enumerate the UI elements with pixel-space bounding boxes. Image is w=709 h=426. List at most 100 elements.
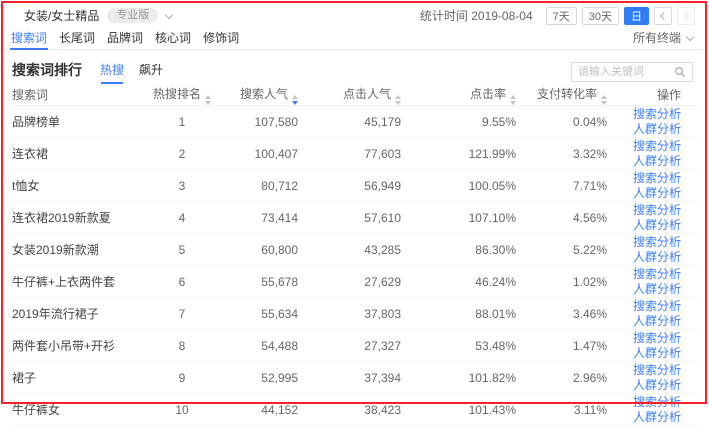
crowd-analysis-link[interactable]: 人群分析 (633, 186, 681, 200)
table-row: t恤女380,71256,949100.05%7.71%搜索分析人群分析 (12, 170, 697, 202)
search-icon[interactable] (674, 66, 686, 78)
click-rate-cell: 53.48% (401, 339, 516, 353)
keyword-cell: t恤女 (12, 177, 152, 194)
tab-search-words[interactable]: 搜索词 (10, 26, 48, 49)
keyword-cell: 牛仔裤女 (12, 401, 152, 418)
table-row: 连衣裙2019新款夏473,41457,610107.10%4.56%搜索分析人… (12, 202, 697, 234)
keyword-cell: 裙子 (12, 369, 152, 386)
click-popularity-cell: 56,949 (298, 179, 401, 193)
column-header[interactable]: 支付转化率 (516, 85, 607, 105)
pay-conversion-cell: 7.71% (516, 179, 607, 193)
click-popularity-cell: 57,610 (298, 211, 401, 225)
crowd-analysis-link[interactable]: 人群分析 (633, 250, 681, 264)
rank-cell: 1 (152, 115, 212, 129)
pay-conversion-cell: 4.56% (516, 211, 607, 225)
stat-time: 统计时间 2019-08-04 (420, 7, 533, 24)
subtab-hot-search[interactable]: 热搜 (100, 63, 124, 84)
tab-brand-words[interactable]: 品牌词 (106, 26, 144, 49)
rank-cell: 9 (152, 371, 212, 385)
table-row: 连衣裙2100,40777,603121.99%3.32%搜索分析人群分析 (12, 138, 697, 170)
rank-cell: 2 (152, 147, 212, 161)
range-7d-button[interactable]: 7天 (546, 7, 577, 25)
search-analysis-link[interactable]: 搜索分析 (633, 267, 681, 281)
search-analysis-link[interactable]: 搜索分析 (633, 171, 681, 185)
table-row: 2019年流行裙子755,63437,80388.01%3.46%搜索分析人群分… (12, 298, 697, 330)
search-popularity-cell: 52,995 (212, 371, 298, 385)
keyword-cell: 女装2019新款潮 (12, 241, 152, 258)
column-header: 搜索词 (12, 86, 152, 103)
nav-tabs: 搜索词 长尾词 品牌词 核心词 修饰词 所有终端 (0, 26, 709, 50)
stat-date: 2019-08-04 (471, 9, 532, 23)
click-rate-cell: 88.01% (401, 307, 516, 321)
click-popularity-cell: 45,179 (298, 115, 401, 129)
search-analysis-link[interactable]: 搜索分析 (633, 363, 681, 377)
search-popularity-cell: 80,712 (212, 179, 298, 193)
click-rate-cell: 46.24% (401, 275, 516, 289)
search-popularity-cell: 54,488 (212, 339, 298, 353)
crowd-analysis-link[interactable]: 人群分析 (633, 410, 681, 424)
tab-long-tail-words[interactable]: 长尾词 (58, 26, 96, 49)
search-popularity-cell: 55,678 (212, 275, 298, 289)
action-cell: 搜索分析人群分析 (607, 331, 697, 360)
page-title: 搜索词排行 (12, 62, 82, 78)
table-header-row: 搜索词热搜排名搜索人气点击人气点击率支付转化率操作 (12, 84, 697, 106)
pay-conversion-cell: 3.46% (516, 307, 607, 321)
tab-core-words[interactable]: 核心词 (154, 26, 192, 49)
range-day-button[interactable]: 日 (624, 7, 649, 25)
crowd-analysis-link[interactable]: 人群分析 (633, 378, 681, 392)
search-analysis-link[interactable]: 搜索分析 (633, 331, 681, 345)
action-cell: 搜索分析人群分析 (607, 267, 697, 296)
click-popularity-cell: 37,394 (298, 371, 401, 385)
column-header: 操作 (607, 86, 697, 103)
search-analysis-link[interactable]: 搜索分析 (633, 107, 681, 121)
column-header[interactable]: 点击率 (401, 85, 516, 105)
crowd-analysis-link[interactable]: 人群分析 (633, 154, 681, 168)
subtab-rising[interactable]: 飙升 (139, 63, 163, 84)
sort-icon[interactable] (205, 95, 211, 105)
click-rate-cell: 107.10% (401, 211, 516, 225)
column-header[interactable]: 搜索人气 (212, 85, 298, 105)
crowd-analysis-link[interactable]: 人群分析 (633, 122, 681, 136)
search-analysis-link[interactable]: 搜索分析 (633, 203, 681, 217)
range-30d-button[interactable]: 30天 (582, 7, 619, 25)
pro-version-badge: 专业版 (107, 8, 158, 23)
pay-conversion-cell: 2.96% (516, 371, 607, 385)
keyword-cell: 连衣裙2019新款夏 (12, 209, 152, 226)
keyword-search-box[interactable] (571, 62, 693, 82)
click-rate-cell: 9.55% (401, 115, 516, 129)
click-popularity-cell: 27,327 (298, 339, 401, 353)
crowd-analysis-link[interactable]: 人群分析 (633, 346, 681, 360)
terminal-filter[interactable]: 所有终端 (633, 29, 693, 46)
table-row: 女装2019新款潮560,80043,28586.30%5.22%搜索分析人群分… (12, 234, 697, 266)
search-input[interactable] (578, 66, 674, 78)
click-popularity-cell: 37,803 (298, 307, 401, 321)
pay-conversion-cell: 3.32% (516, 147, 607, 161)
search-analysis-link[interactable]: 搜索分析 (633, 139, 681, 153)
action-cell: 搜索分析人群分析 (607, 363, 697, 392)
tab-modifier-words[interactable]: 修饰词 (202, 26, 240, 49)
chevron-left-icon (660, 11, 668, 19)
crowd-analysis-link[interactable]: 人群分析 (633, 314, 681, 328)
crowd-analysis-link[interactable]: 人群分析 (633, 282, 681, 296)
keyword-cell: 牛仔裤+上衣两件套 (12, 273, 152, 290)
keyword-cell: 两件套小吊带+开衫 (12, 337, 152, 354)
rank-cell: 4 (152, 211, 212, 225)
search-popularity-cell: 107,580 (212, 115, 298, 129)
search-popularity-cell: 55,634 (212, 307, 298, 321)
next-date-button[interactable] (677, 7, 695, 25)
click-rate-cell: 101.82% (401, 371, 516, 385)
search-analysis-link[interactable]: 搜索分析 (633, 299, 681, 313)
column-header[interactable]: 点击人气 (298, 85, 401, 105)
action-cell: 搜索分析人群分析 (607, 139, 697, 168)
chevron-down-icon[interactable] (165, 10, 173, 18)
search-analysis-link[interactable]: 搜索分析 (633, 395, 681, 409)
crowd-analysis-link[interactable]: 人群分析 (633, 218, 681, 232)
action-cell: 搜索分析人群分析 (607, 299, 697, 328)
column-header[interactable]: 热搜排名 (152, 85, 212, 105)
click-popularity-cell: 38,423 (298, 403, 401, 417)
action-cell: 搜索分析人群分析 (607, 107, 697, 136)
terminal-filter-label: 所有终端 (633, 29, 681, 46)
search-analysis-link[interactable]: 搜索分析 (633, 235, 681, 249)
prev-date-button[interactable] (654, 7, 672, 25)
search-popularity-cell: 100,407 (212, 147, 298, 161)
